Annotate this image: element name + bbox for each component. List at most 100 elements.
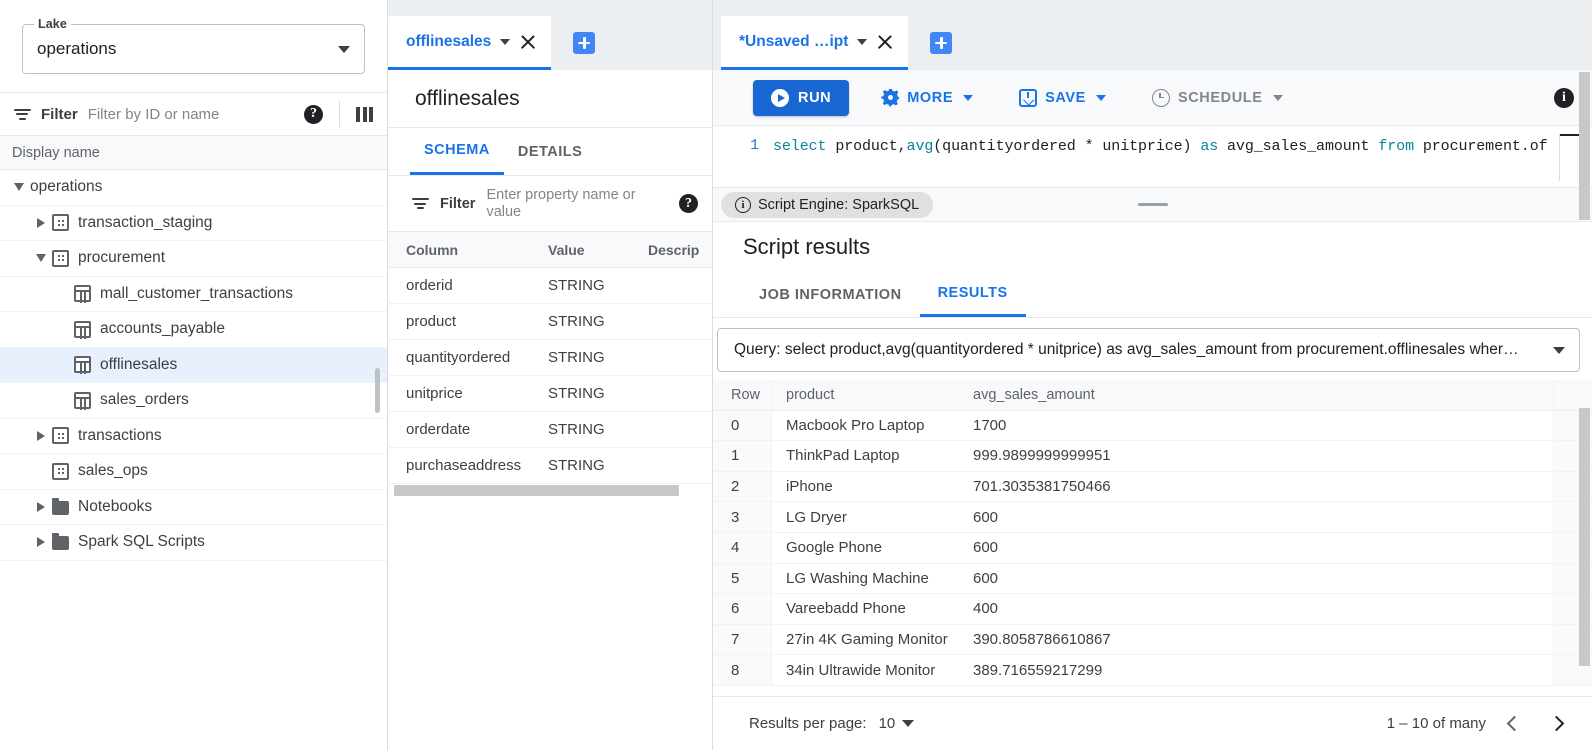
tree-item-mall_customer_transactions[interactable]: mall_customer_transactions [0, 277, 387, 312]
table-icon [74, 356, 91, 374]
schedule-button[interactable]: SCHEDULE [1138, 80, 1297, 116]
schema-row[interactable]: orderid STRING [388, 268, 712, 304]
help-icon[interactable]: ? [304, 104, 323, 124]
tree-item-label: sales_ops [78, 462, 148, 480]
results-cell-row: 4 [713, 532, 771, 563]
sql-editor[interactable]: 1 select product,avg(quantityordered * u… [713, 126, 1592, 188]
code-token: product, [826, 138, 907, 155]
tab-unsaved-script[interactable]: *Unsaved …ipt [721, 16, 909, 70]
tree-item-offlinesales[interactable]: offlinesales [0, 347, 387, 383]
chevron-down-icon[interactable] [1553, 346, 1565, 354]
chevron-down-icon[interactable] [902, 720, 915, 727]
columns-icon[interactable] [356, 106, 373, 122]
editor-vertical-scrollbar[interactable] [1579, 72, 1590, 220]
chevron-down-icon[interactable] [857, 38, 868, 45]
schema-horizontal-scrollbar[interactable] [394, 485, 679, 496]
tree-item-transaction_staging[interactable]: transaction_staging [0, 206, 387, 241]
panel-drag-handle[interactable] [1137, 203, 1168, 206]
tree-item-Spark SQL Scripts[interactable]: Spark SQL Scripts [0, 525, 387, 561]
chevron-right-icon[interactable] [30, 430, 52, 441]
tab-results[interactable]: RESULTS [919, 272, 1026, 317]
close-icon[interactable] [876, 33, 894, 51]
filter-icon [14, 108, 31, 120]
schema-cell-column: purchaseaddress [406, 457, 522, 474]
filter-label: Filter [41, 105, 78, 123]
property-filter-input[interactable]: Enter property name or value [486, 187, 668, 221]
tree-item-accounts_payable[interactable]: accounts_payable [0, 312, 387, 348]
script-engine-chip: i Script Engine: SparkSQL [721, 191, 934, 218]
next-page-button[interactable] [1542, 710, 1570, 738]
plus-icon[interactable] [930, 32, 953, 54]
results-tabs: JOB INFORMATION RESULTS [713, 272, 1592, 318]
schema-row[interactable]: quantityordered STRING [388, 340, 712, 376]
schema-row[interactable]: purchaseaddress STRING [388, 448, 712, 484]
table-icon [74, 320, 91, 338]
lake-selector[interactable]: Lake operations [22, 17, 365, 74]
results-cell-amount: 600 [973, 508, 999, 526]
tab-details[interactable]: DETAILS [504, 128, 596, 175]
results-vertical-scrollbar[interactable] [1579, 408, 1590, 666]
tab-job-information[interactable]: JOB INFORMATION [741, 272, 920, 317]
chevron-right-icon[interactable] [30, 501, 52, 512]
results-cell-row: 0 [713, 410, 771, 441]
tab-offlinesales[interactable]: offlinesales [388, 16, 552, 70]
results-row[interactable]: 4 Google Phone 600 [713, 532, 1592, 564]
schema-row[interactable]: orderdate STRING [388, 412, 712, 448]
chevron-down-icon[interactable] [963, 94, 974, 101]
schema-row[interactable]: product STRING [388, 304, 712, 340]
lake-selector-value: operations [37, 39, 117, 58]
results-row[interactable]: 1 ThinkPad Laptop 999.9899999999951 [713, 441, 1592, 472]
editor-code-line[interactable]: select product,avg(quantityordered * uni… [769, 126, 1592, 187]
query-selector[interactable]: Query: select product,avg(quantityordere… [717, 328, 1580, 372]
chevron-down-icon[interactable] [1272, 94, 1283, 101]
results-cell-row: 3 [713, 502, 771, 532]
close-icon[interactable] [519, 33, 537, 51]
tab-schema[interactable]: SCHEMA [410, 128, 504, 175]
filter-input[interactable] [87, 105, 294, 123]
results-row[interactable]: 8 34in Ultrawide Monitor 389.716559217299 [713, 655, 1592, 686]
chevron-down-icon[interactable] [500, 38, 511, 45]
results-row[interactable]: 0 Macbook Pro Laptop 1700 [713, 410, 1592, 442]
info-icon[interactable]: i [1554, 87, 1574, 108]
schema-row[interactable]: unitprice STRING [388, 376, 712, 412]
prev-page-button[interactable] [1500, 710, 1528, 738]
tree-item-operations[interactable]: operations [0, 170, 387, 206]
chevron-down-icon[interactable] [1095, 94, 1106, 101]
results-row[interactable]: 2 iPhone 701.3035381750466 [713, 471, 1592, 503]
schema-cell-column: unitprice [406, 385, 463, 402]
results-cell-row: 7 [713, 624, 771, 655]
chevron-right-icon[interactable] [30, 537, 52, 548]
results-row[interactable]: 7 27in 4K Gaming Monitor 390.8058786610867 [713, 624, 1592, 656]
chevron-down-icon[interactable] [8, 183, 30, 192]
results-row[interactable]: 5 LG Washing Machine 600 [713, 563, 1592, 595]
more-button[interactable]: MORE [867, 80, 987, 116]
results-cell-row: 1 [713, 441, 771, 471]
save-button[interactable]: SAVE [1005, 80, 1120, 116]
tree-item-sales_ops[interactable]: sales_ops [0, 454, 387, 490]
help-icon[interactable]: ? [679, 194, 698, 213]
results-per-page-select[interactable]: 10 [879, 715, 915, 732]
plus-icon[interactable] [573, 32, 596, 54]
editor-right-rule [1559, 134, 1560, 181]
folder-icon [52, 533, 69, 551]
results-title: Script results [743, 234, 871, 259]
results-row[interactable]: 6 Vareebadd Phone 400 [713, 594, 1592, 625]
results-table: Row product avg_sales_amount 0 Macbook Pr… [713, 380, 1592, 696]
tree-item-Notebooks[interactable]: Notebooks [0, 490, 387, 525]
tree-item-procurement[interactable]: procurement [0, 241, 387, 277]
tree-item-sales_orders[interactable]: sales_orders [0, 383, 387, 419]
results-rows: 0 Macbook Pro Laptop 1700 1 ThinkPad Laptop 9… [713, 410, 1592, 686]
run-button[interactable]: RUN [753, 79, 850, 116]
explorer-scrollbar[interactable] [375, 368, 380, 413]
results-row[interactable]: 3 LG Dryer 600 [713, 502, 1592, 533]
schema-cell-column: orderdate [406, 421, 471, 438]
database-icon [52, 214, 69, 232]
schema-cell-value: STRING [548, 277, 605, 294]
chevron-down-icon[interactable] [30, 254, 52, 263]
results-cell-product: 34in Ultrawide Monitor [771, 655, 973, 685]
chevron-right-icon[interactable] [30, 217, 52, 228]
results-cell-amount: 999.9899999999951 [973, 447, 1111, 465]
schema-cell-column: orderid [406, 277, 453, 294]
chevron-down-icon[interactable] [338, 45, 350, 53]
tree-item-transactions[interactable]: transactions [0, 419, 387, 454]
